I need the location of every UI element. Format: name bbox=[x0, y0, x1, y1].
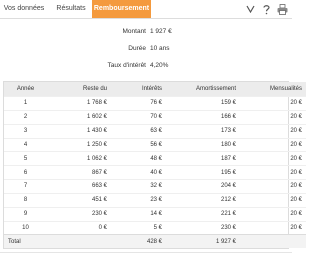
table-row: 2 1 602 € 70 € 166 € 20 € bbox=[4, 109, 306, 125]
cell-interets: 40 € bbox=[111, 165, 166, 180]
cell-mensualites: 20 € bbox=[240, 192, 306, 208]
cell-mensualites: 20 € bbox=[240, 96, 306, 111]
cell-interets: 56 € bbox=[111, 137, 166, 152]
cell-annee: 10 bbox=[4, 220, 47, 235]
cell-mensualites: 20 € bbox=[240, 109, 306, 125]
cell-annee: 6 bbox=[4, 165, 47, 180]
duree-label: Durée bbox=[128, 45, 146, 52]
cell-amortissement: 221 € bbox=[166, 206, 240, 222]
cell-interets: 5 € bbox=[111, 220, 166, 235]
table-row: 8 451 € 23 € 212 € 20 € bbox=[4, 192, 306, 208]
cell-mensualites: 20 € bbox=[240, 179, 306, 194]
table-row: 5 1 062 € 48 € 187 € 20 € bbox=[4, 151, 306, 166]
montant-label: Montant bbox=[122, 28, 147, 35]
total-amortissement: 1 927 € bbox=[166, 234, 240, 249]
cell-annee: 3 bbox=[4, 123, 47, 139]
cell-mensualites: 20 € bbox=[240, 165, 306, 180]
cell-amortissement: 159 € bbox=[166, 96, 240, 111]
table-row: 6 867 € 40 € 195 € 20 € bbox=[4, 165, 306, 180]
table-total-row: Total 428 € 1 927 € bbox=[4, 234, 306, 249]
cell-reste-du: 0 € bbox=[47, 220, 111, 235]
cell-reste-du: 1 062 € bbox=[47, 151, 111, 166]
cell-mensualites: 20 € bbox=[240, 220, 306, 235]
total-mensualites bbox=[240, 234, 306, 249]
duree-value: 10 ans bbox=[150, 45, 170, 52]
table-row: 10 0 € 5 € 230 € 20 € bbox=[4, 220, 306, 235]
table-body: 1 1 768 € 76 € 159 € 20 € 2 1 602 € 70 €… bbox=[4, 96, 306, 235]
cell-reste-du: 451 € bbox=[47, 192, 111, 208]
cell-amortissement: 230 € bbox=[166, 220, 240, 235]
table-row: 9 230 € 14 € 221 € 20 € bbox=[4, 206, 306, 222]
tab-resultats[interactable]: Résultats bbox=[50, 0, 92, 18]
cell-amortissement: 212 € bbox=[166, 192, 240, 208]
cell-interets: 63 € bbox=[111, 123, 166, 139]
tab-bar: Vos données Résultats Remboursement bbox=[0, 0, 292, 19]
cell-mensualites: 20 € bbox=[240, 206, 306, 222]
cell-mensualites: 20 € bbox=[240, 151, 306, 166]
cell-interets: 76 € bbox=[111, 96, 166, 111]
cell-annee: 5 bbox=[4, 151, 47, 166]
cell-annee: 8 bbox=[4, 192, 47, 208]
cell-interets: 70 € bbox=[111, 109, 166, 125]
tab-vos-donnees[interactable]: Vos données bbox=[0, 0, 48, 18]
cell-annee: 7 bbox=[4, 179, 47, 194]
toolbar-icons bbox=[245, 2, 288, 16]
header-annee: Année bbox=[16, 86, 35, 92]
help-icon[interactable] bbox=[261, 3, 272, 16]
cell-reste-du: 1 602 € bbox=[47, 109, 111, 125]
cell-mensualites: 20 € bbox=[240, 123, 306, 139]
header-interets: Intérêts bbox=[141, 86, 162, 92]
taux-label: Taux d'intérêt bbox=[107, 62, 146, 69]
table-row: 1 1 768 € 76 € 159 € 20 € bbox=[4, 96, 306, 111]
cell-reste-du: 230 € bbox=[47, 206, 111, 222]
cell-annee: 9 bbox=[4, 206, 47, 222]
total-reste-du bbox=[47, 234, 111, 249]
header-reste-du: Reste du bbox=[82, 86, 107, 92]
cell-amortissement: 180 € bbox=[166, 137, 240, 152]
summary-taux: Taux d'intérêt 4,20% bbox=[0, 61, 292, 70]
cell-interets: 14 € bbox=[111, 206, 166, 222]
table-row: 4 1 250 € 56 € 180 € 20 € bbox=[4, 137, 306, 152]
total-interets: 428 € bbox=[111, 234, 166, 249]
cell-interets: 48 € bbox=[111, 151, 166, 166]
montant-value: 1 927 € bbox=[150, 28, 172, 35]
summary-duree: Durée 10 ans bbox=[0, 44, 292, 53]
cell-annee: 4 bbox=[4, 137, 47, 152]
cell-annee: 2 bbox=[4, 109, 47, 125]
table-row: 7 663 € 32 € 204 € 20 € bbox=[4, 179, 306, 194]
header-amortissement: Amortissement bbox=[195, 86, 236, 92]
cell-reste-du: 1 768 € bbox=[47, 96, 111, 111]
cell-annee: 1 bbox=[4, 96, 47, 111]
cell-amortissement: 204 € bbox=[166, 179, 240, 194]
cell-interets: 23 € bbox=[111, 192, 166, 208]
cell-interets: 32 € bbox=[111, 179, 166, 194]
header-mensualites: Mensualités bbox=[269, 86, 302, 92]
bottom-divider bbox=[0, 252, 292, 253]
cell-amortissement: 187 € bbox=[166, 151, 240, 166]
cell-reste-du: 867 € bbox=[47, 165, 111, 180]
cell-reste-du: 663 € bbox=[47, 179, 111, 194]
table-row: 3 1 430 € 63 € 173 € 20 € bbox=[4, 123, 306, 139]
cell-amortissement: 166 € bbox=[166, 109, 240, 125]
cell-reste-du: 1 250 € bbox=[47, 137, 111, 152]
table-header-row: Année Reste du Intérêts Amortissement Me… bbox=[4, 82, 306, 97]
summary-montant: Montant 1 927 € bbox=[0, 27, 292, 36]
tab-remboursement[interactable]: Remboursement bbox=[92, 0, 151, 18]
chevron-down-icon[interactable] bbox=[245, 3, 256, 16]
total-label: Total bbox=[4, 234, 47, 249]
cell-reste-du: 1 430 € bbox=[47, 123, 111, 139]
cell-amortissement: 195 € bbox=[166, 165, 240, 180]
cell-amortissement: 173 € bbox=[166, 123, 240, 139]
amortization-table: Année Reste du Intérêts Amortissement Me… bbox=[3, 81, 306, 249]
print-icon[interactable] bbox=[277, 3, 288, 16]
cell-mensualites: 20 € bbox=[240, 137, 306, 152]
taux-value: 4,20% bbox=[150, 62, 169, 69]
